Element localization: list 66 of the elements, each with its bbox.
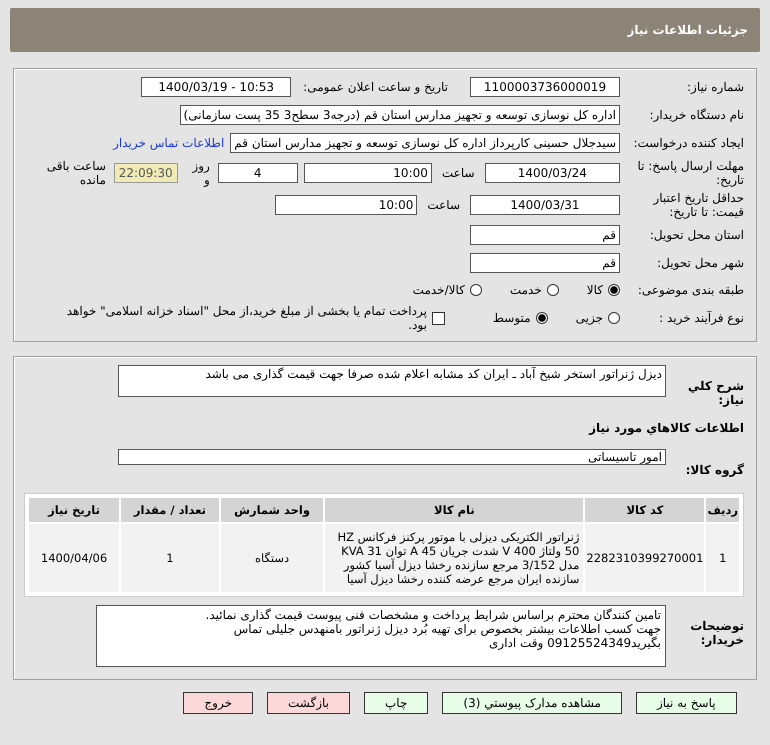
field-label: ایجاد کننده درخواست: [632, 136, 744, 150]
column-header: واحد شمارش [220, 498, 324, 522]
field-label: شرح کلي نياز: [686, 378, 744, 407]
days-field: 4 [218, 163, 298, 183]
table-cell: 1 [706, 524, 739, 592]
action-button[interactable]: پاسخ به نیاز [636, 692, 737, 714]
time-label: ساعت [442, 166, 475, 180]
checkbox[interactable] [432, 312, 445, 324]
notes-line: جهت کسب اطلاعات بیشتر بخصوص برای تهیه بُرد دیزل ژنراتور بامنهدس جلیلی تماس [232, 622, 661, 636]
option-label: کالا/خدمت [412, 283, 465, 297]
field-label: شهر محل تحویل: [656, 256, 744, 270]
column-header: تاریخ نیاز [29, 498, 120, 522]
checkbox-label: پرداخت تمام یا بخشی از مبلغ خرید،از محل "اسناد خزانه اسلامی" خواهد بود. [66, 304, 427, 332]
option-label: جزیی [576, 311, 603, 325]
column-header: کد کالا [585, 498, 704, 522]
announce-date-field: 1400/03/19 - 10:53 [141, 77, 292, 97]
radio-button[interactable] [546, 284, 559, 296]
date-field: 1400/03/24 [484, 163, 620, 183]
section-title: اطلاعات کالاهاي مورد نياز [588, 420, 744, 437]
field-label: مهلت ارسال پاسخ: تا تاریخ: [636, 159, 744, 187]
group-field: امور تاسیساتی [118, 449, 666, 465]
option-label: خدمت [510, 283, 542, 297]
column-header: نام کالا [325, 498, 584, 522]
table-cell: دستگاه [220, 524, 324, 592]
option-label: متوسط [492, 311, 531, 325]
description-field: دیزل ژنراتور استخر شیخ آباد ـ ایران کد مشابه اعلام شده صرفا جهت قیمت گذاری می باشد [118, 365, 666, 397]
field-label: شماره نیاز: [686, 80, 744, 94]
field-label: نام دستگاه خریدار: [648, 108, 744, 122]
remaining-time-field: 22:09:30 [114, 163, 178, 183]
field-label: تاریخ و ساعت اعلان عمومی: [303, 80, 448, 94]
table-cell: 2282310399270001 [585, 524, 704, 592]
action-button[interactable]: چاپ [364, 692, 428, 714]
field-label: حداقل تاریخ اعتبار قیمت: تا تاریخ: [652, 191, 744, 219]
action-button[interactable]: بازگشت [267, 692, 350, 714]
remaining-label: ساعت باقی مانده [46, 159, 106, 187]
need-number-field: 1100003736000019 [470, 77, 620, 97]
column-header: تعداد / مقدار [121, 498, 219, 522]
notes-line: بگیرید09125524349 وقت اداری [488, 636, 661, 650]
table-cell: 1400/04/06 [29, 524, 120, 592]
radio-button[interactable] [608, 284, 620, 296]
field-label: توضیحات خریدار: [689, 618, 744, 647]
field-label: طبقه بندی موضوعی: [636, 283, 744, 297]
option-label: کالا [586, 283, 603, 297]
buyer-field: اداره کل نوسازی توسعه و تجهیز مدارس استان قم (درجه3 سطح3 35 پست سازمانی) [180, 105, 620, 125]
time-label: ساعت [427, 198, 460, 212]
action-button[interactable]: خروج [183, 692, 253, 714]
field-label: استان محل تحویل: [648, 228, 744, 242]
radio-button[interactable] [536, 312, 548, 324]
time-field: 10:00 [275, 195, 418, 215]
table-cell: 1 [121, 524, 219, 592]
creator-field: سیدجلال حسینی کارپرداز اداره کل نوسازی توسعه و تجهیز مدارس استان قم [230, 133, 620, 153]
field-label: گروه کالا: [684, 462, 744, 477]
radio-button[interactable] [608, 312, 620, 324]
days-label: روز و [190, 159, 210, 187]
action-button[interactable]: مشاهده مدارک پیوستي (3) [442, 692, 622, 714]
city-field: قم [470, 253, 620, 273]
table-cell: ژنراتور الکتریکی دیزلی با موتور پرکنز فرکانس HZ 50 ولتاژ 400 V شدت جریان A 45 توان KVA 31 مدل 3/152 مرجع سازنده رخشا دیزل آسیا کشور سازنده ایران مرجع عرضه کننده رخشا دیزل آسیا [325, 524, 584, 592]
field-label: نوع فرآیند خرید : [658, 311, 744, 325]
province-field: قم [470, 225, 620, 245]
column-header: ردیف [706, 498, 739, 522]
date-field: 1400/03/31 [470, 195, 620, 215]
time-field: 10:00 [304, 163, 432, 183]
notes-line: تامین کنندگان محترم براساس شرایط پرداخت و مشخصات فنی پیوست قیمت گذاری نمائید. [204, 608, 661, 622]
radio-button[interactable] [470, 284, 482, 296]
contact-link[interactable]: اطلاعات تماس خریدار [113, 136, 224, 150]
page-title: جزئیات اطلاعات نیاز [627, 23, 748, 37]
